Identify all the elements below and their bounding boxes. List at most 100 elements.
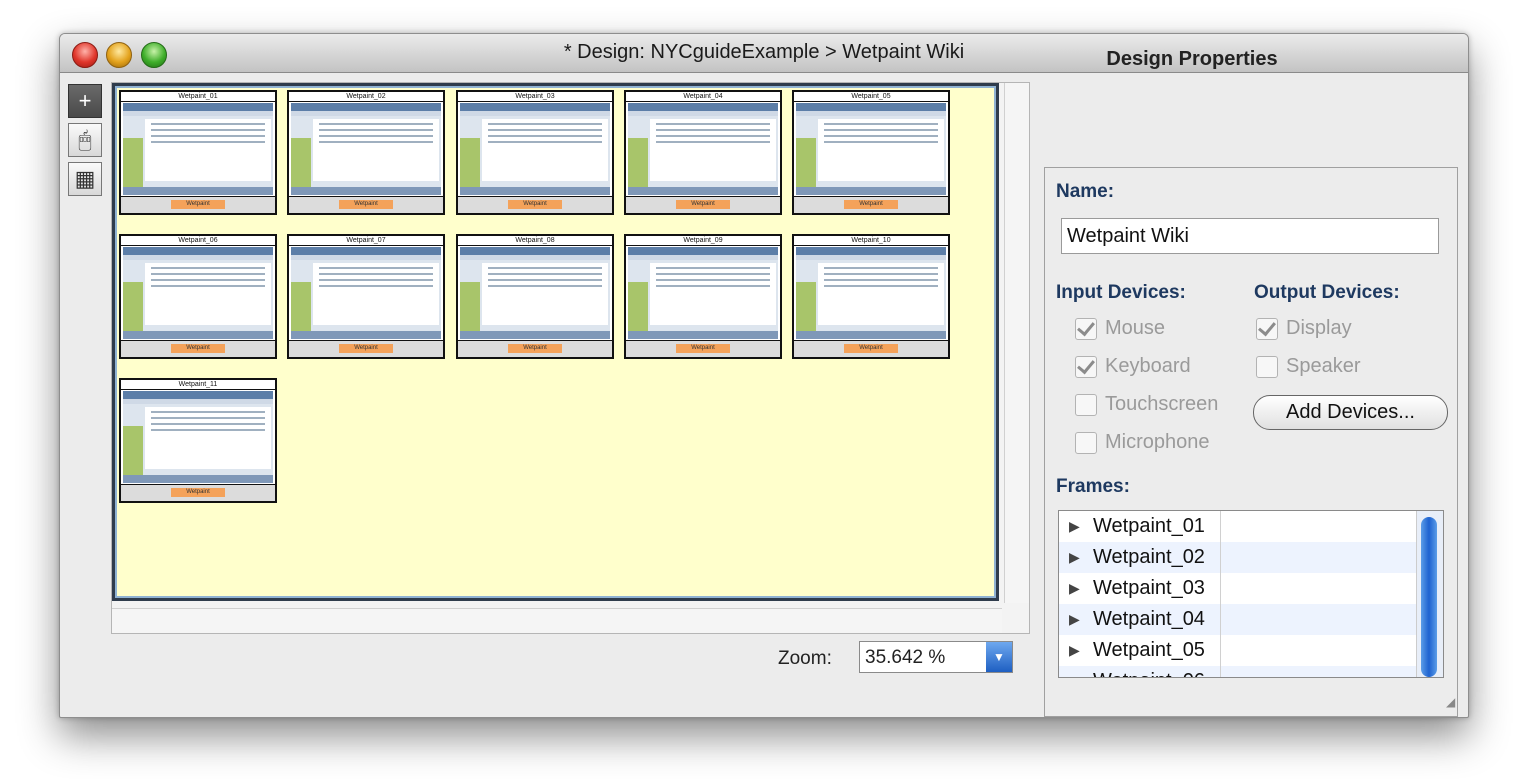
frame-thumbnail[interactable]: Wetpaint_03 Wetpaint bbox=[456, 90, 614, 215]
frame-thumbnail-title: Wetpaint_04 bbox=[626, 92, 780, 102]
frame-screenshot bbox=[291, 247, 441, 339]
frames-list[interactable]: ▶ Wetpaint_01 ▶ Wetpaint_02 ▶ Wetpaint_03 ▶ Wet… bbox=[1058, 510, 1444, 678]
frame-thumbnail[interactable]: Wetpaint_11 Wetpaint bbox=[119, 378, 277, 503]
frame-thumbnail-footer: Wetpaint bbox=[626, 196, 780, 213]
checkbox-icon bbox=[1075, 393, 1097, 416]
disclosure-triangle-icon[interactable]: ▶ bbox=[1069, 604, 1080, 635]
frame-thumbnail-footer: Wetpaint bbox=[794, 196, 948, 213]
checkbox-icon bbox=[1256, 317, 1278, 340]
frame-thumbnail-button[interactable]: Wetpaint bbox=[844, 344, 898, 353]
frames-scrollbar[interactable] bbox=[1416, 511, 1443, 677]
touchscreen-checkbox[interactable]: Touchscreen bbox=[1075, 393, 1218, 416]
display-checkbox[interactable]: Display bbox=[1256, 317, 1352, 340]
mouse-checkbox[interactable]: Mouse bbox=[1075, 317, 1165, 340]
create-tool-icon[interactable]: + bbox=[68, 84, 102, 118]
frame-thumbnail[interactable]: Wetpaint_01 Wetpaint bbox=[119, 90, 277, 215]
disclosure-triangle-icon[interactable]: ▶ bbox=[1069, 666, 1080, 677]
frame-screenshot bbox=[123, 103, 273, 195]
frame-list-item[interactable]: ▶ Wetpaint_04 bbox=[1059, 604, 1443, 635]
speaker-checkbox[interactable]: Speaker bbox=[1256, 355, 1361, 378]
frame-screenshot bbox=[628, 103, 778, 195]
microphone-checkbox[interactable]: Microphone bbox=[1075, 431, 1210, 454]
frame-thumbnail-footer: Wetpaint bbox=[121, 340, 275, 357]
frame-list-label: Wetpaint_06 bbox=[1093, 666, 1205, 677]
frame-screenshot bbox=[460, 247, 610, 339]
frame-thumbnail-button[interactable]: Wetpaint bbox=[339, 200, 393, 209]
canvas-horizontal-scrollbar[interactable] bbox=[112, 608, 1002, 633]
frame-thumbnail-button[interactable]: Wetpaint bbox=[508, 344, 562, 353]
zoom-select[interactable]: 35.642 % ▼ bbox=[859, 641, 1013, 673]
frame-thumbnail-title: Wetpaint_11 bbox=[121, 380, 275, 390]
frame-thumbnail-title: Wetpaint_08 bbox=[458, 236, 612, 246]
name-field[interactable]: Wetpaint Wiki bbox=[1061, 218, 1439, 254]
zoom-value: 35.642 % bbox=[865, 647, 946, 668]
disclosure-triangle-icon[interactable]: ▶ bbox=[1069, 511, 1080, 542]
frame-list-label: Wetpaint_04 bbox=[1093, 608, 1205, 630]
frame-screenshot bbox=[796, 247, 946, 339]
canvas-vertical-scrollbar[interactable] bbox=[1004, 83, 1029, 603]
frame-screenshot bbox=[123, 391, 273, 483]
frame-list-label: Wetpaint_05 bbox=[1093, 639, 1205, 661]
frame-thumbnail-button[interactable]: Wetpaint bbox=[676, 344, 730, 353]
input-devices-label: Input Devices: bbox=[1056, 282, 1186, 303]
frame-thumbnail-button[interactable]: Wetpaint bbox=[171, 488, 225, 497]
output-devices-label: Output Devices: bbox=[1254, 282, 1400, 303]
design-canvas[interactable]: Wetpaint_01 Wetpaint Wetpaint_02 Wetpaint We… bbox=[112, 83, 999, 601]
frame-thumbnail-footer: Wetpaint bbox=[458, 196, 612, 213]
disclosure-triangle-icon[interactable]: ▶ bbox=[1069, 542, 1080, 573]
frame-list-item[interactable]: ▶ Wetpaint_05 bbox=[1059, 635, 1443, 666]
add-devices-button[interactable]: Add Devices... bbox=[1253, 395, 1448, 430]
frame-thumbnail[interactable]: Wetpaint_08 Wetpaint bbox=[456, 234, 614, 359]
disclosure-triangle-icon[interactable]: ▶ bbox=[1069, 573, 1080, 604]
frames-label: Frames: bbox=[1056, 476, 1130, 497]
mouse-tool-icon[interactable]: 🖱 bbox=[68, 123, 102, 157]
canvas-scroll-area: Wetpaint_01 Wetpaint Wetpaint_02 Wetpaint We… bbox=[111, 82, 1030, 634]
mouse-label: Mouse bbox=[1105, 317, 1166, 339]
frame-thumbnail[interactable]: Wetpaint_09 Wetpaint bbox=[624, 234, 782, 359]
checkbox-icon bbox=[1075, 317, 1097, 340]
name-label: Name: bbox=[1056, 181, 1115, 202]
frame-thumbnail-button[interactable]: Wetpaint bbox=[508, 200, 562, 209]
frame-thumbnail-title: Wetpaint_09 bbox=[626, 236, 780, 246]
disclosure-triangle-icon[interactable]: ▶ bbox=[1069, 635, 1080, 666]
frame-thumbnail-title: Wetpaint_05 bbox=[794, 92, 948, 102]
frame-thumbnail[interactable]: Wetpaint_06 Wetpaint bbox=[119, 234, 277, 359]
frame-list-item[interactable]: ▶ Wetpaint_02 bbox=[1059, 542, 1443, 573]
frame-thumbnail[interactable]: Wetpaint_07 Wetpaint bbox=[287, 234, 445, 359]
frame-list-item[interactable]: ▶ Wetpaint_06 bbox=[1059, 666, 1443, 677]
frame-screenshot bbox=[796, 103, 946, 195]
frame-thumbnail-button[interactable]: Wetpaint bbox=[676, 200, 730, 209]
resize-grip-icon[interactable]: ◢ bbox=[1446, 695, 1460, 709]
frame-thumbnail[interactable]: Wetpaint_10 Wetpaint bbox=[792, 234, 950, 359]
keyboard-checkbox[interactable]: Keyboard bbox=[1075, 355, 1191, 378]
frame-thumbnail-title: Wetpaint_06 bbox=[121, 236, 275, 246]
column-divider bbox=[1220, 511, 1221, 677]
frame-thumbnail-button[interactable]: Wetpaint bbox=[844, 200, 898, 209]
frame-thumbnail-button[interactable]: Wetpaint bbox=[171, 344, 225, 353]
frame-list-item[interactable]: ▶ Wetpaint_03 bbox=[1059, 573, 1443, 604]
frame-thumbnail-title: Wetpaint_07 bbox=[289, 236, 443, 246]
frame-screenshot bbox=[460, 103, 610, 195]
frame-screenshot bbox=[123, 247, 273, 339]
chevron-down-icon[interactable]: ▼ bbox=[986, 642, 1012, 672]
scroll-thumb[interactable] bbox=[1421, 517, 1437, 677]
checkbox-icon bbox=[1075, 355, 1097, 378]
display-label: Display bbox=[1286, 317, 1352, 339]
frame-list-item[interactable]: ▶ Wetpaint_01 bbox=[1059, 511, 1443, 542]
zoom-label: Zoom: bbox=[778, 648, 832, 669]
frame-thumbnail[interactable]: Wetpaint_04 Wetpaint bbox=[624, 90, 782, 215]
checkbox-icon bbox=[1256, 355, 1278, 378]
frame-thumbnail[interactable]: Wetpaint_02 Wetpaint bbox=[287, 90, 445, 215]
keyboard-tool-icon[interactable]: ▦ bbox=[68, 162, 102, 196]
frame-thumbnail[interactable]: Wetpaint_05 Wetpaint bbox=[792, 90, 950, 215]
frame-thumbnail-button[interactable]: Wetpaint bbox=[171, 200, 225, 209]
frame-thumbnail-title: Wetpaint_03 bbox=[458, 92, 612, 102]
frame-list-label: Wetpaint_01 bbox=[1093, 515, 1205, 537]
frame-list-label: Wetpaint_03 bbox=[1093, 577, 1205, 599]
microphone-label: Microphone bbox=[1105, 431, 1210, 453]
frame-thumbnail-footer: Wetpaint bbox=[289, 340, 443, 357]
speaker-label: Speaker bbox=[1286, 355, 1361, 377]
frame-thumbnail-button[interactable]: Wetpaint bbox=[339, 344, 393, 353]
frame-screenshot bbox=[291, 103, 441, 195]
frame-screenshot bbox=[628, 247, 778, 339]
